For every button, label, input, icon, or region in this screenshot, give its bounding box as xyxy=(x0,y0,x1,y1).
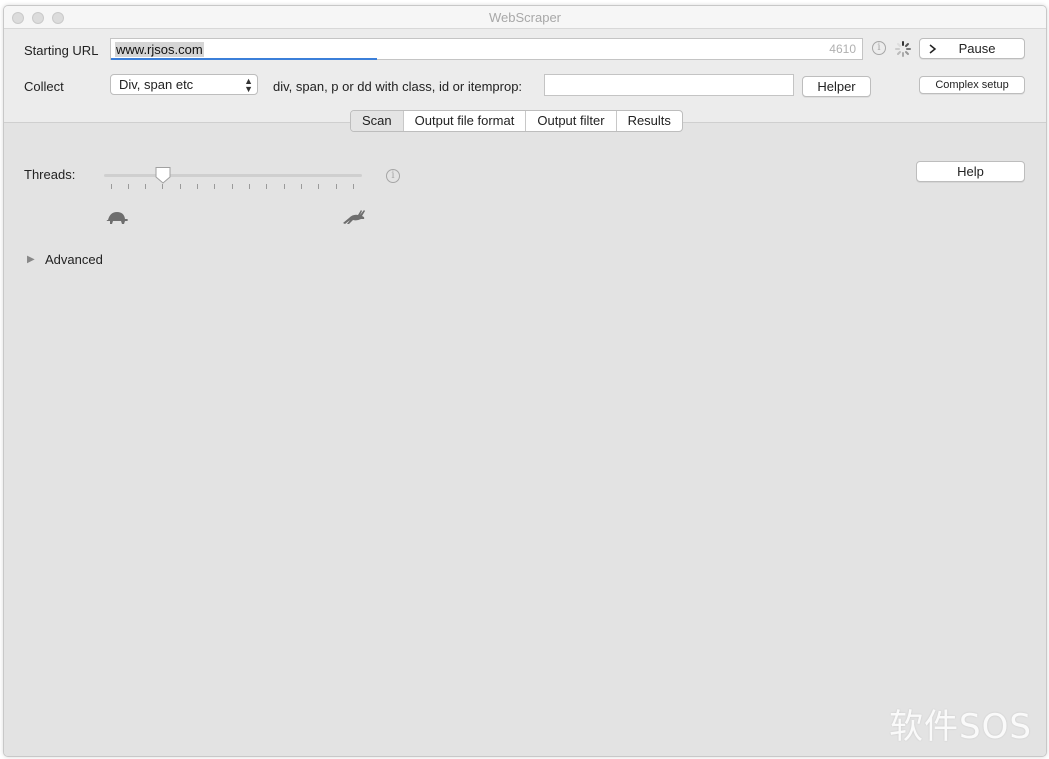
tab-output-file-format[interactable]: Output file format xyxy=(402,111,526,131)
threads-slider-knob[interactable] xyxy=(154,166,172,184)
url-value: www.rjsos.com xyxy=(115,42,204,57)
scan-panel xyxy=(4,122,1046,756)
collect-label: Collect xyxy=(24,79,64,94)
slider-tick xyxy=(111,184,112,189)
help-button[interactable]: Help xyxy=(916,161,1025,182)
starting-url-label: Starting URL xyxy=(24,43,99,58)
collect-type-select[interactable]: Div, span etc ▲ ▼ xyxy=(110,74,258,95)
selector-field-label: div, span, p or dd with class, id or ite… xyxy=(273,79,523,94)
url-info-icon[interactable]: i xyxy=(872,41,886,55)
chevron-right-icon xyxy=(929,44,937,54)
slider-tick xyxy=(353,184,354,189)
title-bar: WebScraper xyxy=(4,6,1046,29)
threads-label: Threads: xyxy=(24,167,76,182)
slider-tick xyxy=(318,184,319,189)
starting-url-field[interactable]: www.rjsos.com 4610 xyxy=(110,38,863,60)
slider-tick xyxy=(162,184,163,189)
threads-slider[interactable] xyxy=(104,174,362,177)
select-arrows-icon: ▲ ▼ xyxy=(244,76,253,94)
watermark: 软件SOS xyxy=(889,707,1032,747)
tortoise-icon xyxy=(106,212,128,224)
slider-tick xyxy=(284,184,285,189)
app-window: WebScraper Starting URL www.rjsos.com 46… xyxy=(3,5,1047,757)
advanced-disclosure[interactable]: Advanced xyxy=(45,252,103,267)
pause-button[interactable]: Pause xyxy=(919,38,1025,59)
slider-tick xyxy=(249,184,250,189)
tab-output-filter[interactable]: Output filter xyxy=(525,111,615,131)
slider-tick xyxy=(336,184,337,189)
selector-input[interactable] xyxy=(544,74,794,96)
collect-type-value: Div, span etc xyxy=(119,77,194,92)
slider-tick xyxy=(128,184,129,189)
tab-bar: Scan Output file format Output filter Re… xyxy=(350,110,683,132)
triangle-right-icon[interactable]: ▶ xyxy=(27,254,35,265)
page-counter: 4610 xyxy=(829,42,856,56)
slider-tick xyxy=(197,184,198,189)
slider-tick xyxy=(214,184,215,189)
slider-tick xyxy=(232,184,233,189)
top-controls: Starting URL www.rjsos.com 4610 i Pause … xyxy=(4,29,1046,123)
hare-icon xyxy=(343,210,365,224)
spinner-icon xyxy=(895,41,911,57)
slider-tick xyxy=(180,184,181,189)
pause-label: Pause xyxy=(958,41,996,56)
window-title: WebScraper xyxy=(488,10,561,25)
slider-tick xyxy=(301,184,302,189)
slider-tick xyxy=(266,184,267,189)
tab-scan[interactable]: Scan xyxy=(351,111,403,131)
slider-tick xyxy=(145,184,146,189)
threads-info-icon[interactable]: i xyxy=(386,169,400,183)
tab-results[interactable]: Results xyxy=(615,111,682,131)
complex-setup-button[interactable]: Complex setup xyxy=(919,76,1025,94)
url-progress-bar xyxy=(111,58,377,60)
helper-button[interactable]: Helper xyxy=(802,76,871,97)
